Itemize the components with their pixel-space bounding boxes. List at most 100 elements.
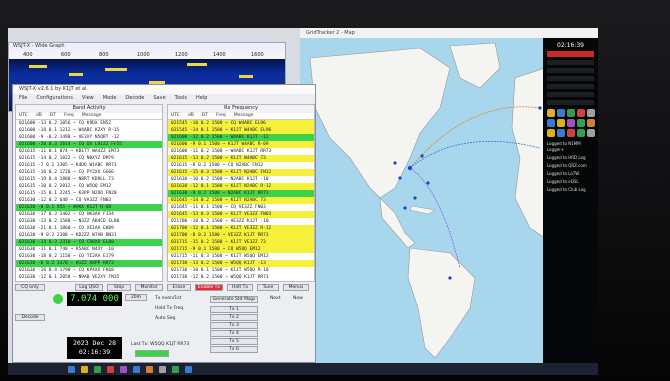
decode-row[interactable]: 021630 -11 0.1 740 ~ K5ABC N4XY -10 bbox=[16, 246, 162, 253]
tool-icon[interactable] bbox=[547, 129, 555, 137]
decode-row[interactable]: 021600 -12 0.2 1500 ~ W4ABC K1JT -12 bbox=[168, 134, 314, 141]
decode-row[interactable]: 021630 -9 0.2 2108 ~ KD2ZZ W7AB DN31 bbox=[16, 232, 162, 239]
menu-item-view[interactable]: View bbox=[82, 94, 94, 102]
decode-row[interactable]: 021615 -11 0.1 874 ~ KB1TT WA4ZZ EM73 bbox=[16, 148, 162, 155]
tool-icon[interactable] bbox=[567, 119, 575, 127]
band-activity-pane[interactable]: Band Activity UTC dB DT Freq Message 021… bbox=[15, 104, 163, 282]
tool-icon[interactable] bbox=[587, 109, 595, 117]
tool-icon[interactable] bbox=[587, 119, 595, 127]
menu-item-save[interactable]: Save bbox=[153, 94, 165, 102]
tx5-message[interactable]: Tx 5 bbox=[210, 338, 258, 345]
decode-row[interactable]: 021615 -14 0.2 1022 ~ CQ N0XYZ DM79 bbox=[16, 155, 162, 162]
decode-row[interactable]: 021730 -13 0.2 1500 ~ W5QQ K1JT -13 bbox=[168, 260, 314, 267]
taskbar-app-icon[interactable] bbox=[107, 365, 114, 373]
taskbar-app-icon[interactable] bbox=[68, 365, 75, 373]
tool-icon[interactable] bbox=[557, 129, 565, 137]
decode-row[interactable]: 021645 -14 0.2 1500 ~ K1JT N2ABC 73 bbox=[168, 197, 314, 204]
tool-icon[interactable] bbox=[577, 119, 585, 127]
tx4-message[interactable]: Tx 4 bbox=[210, 330, 258, 337]
tune-button[interactable]: Tune bbox=[257, 284, 279, 291]
menu-item-help[interactable]: Help bbox=[196, 94, 207, 102]
tool-icon[interactable] bbox=[547, 109, 555, 117]
menu-item-decode[interactable]: Decode bbox=[125, 94, 144, 102]
tool-icon[interactable] bbox=[587, 129, 595, 137]
decode-row[interactable]: 021600 -20 0.3 1614 ~ CQ DX LU1ZZ FF55 bbox=[16, 141, 162, 148]
tool-icon[interactable] bbox=[557, 109, 565, 117]
decode-row[interactable]: 021615 -15 0.3 1500 ~ K1JT N2ABC FN12 bbox=[168, 169, 314, 176]
menu-item-mode[interactable]: Mode bbox=[103, 94, 117, 102]
wsjtx-main-window[interactable]: WSJT-X v2.6.1 by K1JT et al. File Config… bbox=[12, 84, 316, 363]
decode-row[interactable]: 021715 -15 0.2 1500 ~ K1JT VE3ZZ 73 bbox=[168, 239, 314, 246]
decode-row[interactable]: 021700 -10 0.2 1500 ~ VE3ZZ K1JT -10 bbox=[168, 218, 314, 225]
decode-row[interactable]: 021645 -11 0.1 1500 ~ CQ VE3ZZ FN03 bbox=[168, 204, 314, 211]
decode-row[interactable]: 021600 -11 0.2 1500 ~ W4ABC K1JT RR73 bbox=[168, 148, 314, 155]
enable-tx-button[interactable]: Enable Tx bbox=[195, 284, 223, 291]
decode-row[interactable]: 021630 -16 0.4 1790 ~ CQ KP4XX FK68 bbox=[16, 267, 162, 274]
band-select[interactable]: 20m bbox=[125, 294, 147, 301]
decode-row[interactable]: 021615 -19 0.4 1880 ~ N8RT KD9LL 73 bbox=[16, 176, 162, 183]
decode-row[interactable]: 021615 -10 0.2 2012 ~ CQ W5QQ EM12 bbox=[16, 183, 162, 190]
decode-button[interactable]: Decode bbox=[15, 314, 45, 321]
taskbar-app-icon[interactable] bbox=[172, 365, 179, 373]
decode-row[interactable]: 021630 -12 0.1 2050 ~ N9AB VE2XY FN35 bbox=[16, 274, 162, 281]
decode-row[interactable]: 021615 -13 0.2 1500 ~ K1JT W4ABC 73 bbox=[168, 155, 314, 162]
decode-row[interactable]: 021700 -12 0.1 1500 ~ K1JT VE3ZZ R-12 bbox=[168, 225, 314, 232]
decode-row[interactable]: 021630 -13 0.2 1588 ~ N3ZZ AB4CD EL88 bbox=[16, 218, 162, 225]
decode-row[interactable]: 021615 -8 0.1 1500 ~ CQ N2ABC FN12 bbox=[168, 162, 314, 169]
tool-icon[interactable] bbox=[567, 129, 575, 137]
tx6-message[interactable]: Tx 6 bbox=[210, 346, 258, 353]
monitor-button[interactable]: Monitor bbox=[135, 284, 163, 291]
menu-item-tools[interactable]: Tools bbox=[175, 94, 187, 102]
decode-row[interactable]: 021700 -8 0.2 1500 ~ VE3ZZ K1JT RR73 bbox=[168, 232, 314, 239]
decode-row[interactable]: 021730 -12 0.2 1500 ~ W5QQ K1JT RR73 bbox=[168, 274, 314, 281]
decode-row[interactable]: 021600 -18 0.1 1212 ~ W4ABC K2XY R-15 bbox=[16, 127, 162, 134]
decode-row[interactable]: 021715 -9 0.1 1500 ~ CQ W5QQ EM12 bbox=[168, 246, 314, 253]
tool-icon[interactable] bbox=[557, 119, 565, 127]
erase-button[interactable]: Erase bbox=[167, 284, 191, 291]
halt-tx-button[interactable]: Halt Tx bbox=[227, 284, 253, 291]
log-qso-button[interactable]: Log QSO bbox=[75, 284, 103, 291]
world-map[interactable] bbox=[300, 38, 545, 363]
decode-row[interactable]: 021630 -21 0.1 1860 ~ CQ XE1AA EK09 bbox=[16, 225, 162, 232]
decode-row[interactable]: 021630 -14 0.3 2310 ~ CQ CO8XX EL80 bbox=[16, 239, 162, 246]
tx3-message[interactable]: Tx 3 bbox=[210, 322, 258, 329]
taskbar-app-icon[interactable] bbox=[81, 365, 88, 373]
tool-icon[interactable] bbox=[547, 119, 555, 127]
generate-messages-button[interactable]: Generate Std Msgs bbox=[210, 296, 258, 303]
menus-button[interactable]: Menus bbox=[283, 284, 309, 291]
tx2-message[interactable]: Tx 2 bbox=[210, 314, 258, 321]
taskbar-app-icon[interactable] bbox=[146, 365, 153, 373]
menu-item-configurations[interactable]: Configurations bbox=[36, 94, 73, 102]
tx-even-checkbox[interactable]: Tx even/1st bbox=[155, 296, 181, 301]
taskbar-app-icon[interactable] bbox=[133, 365, 140, 373]
decode-row[interactable]: 021745 -14 0.2 1500 ~ K1JT W5QQ 73 bbox=[168, 281, 314, 282]
taskbar-app-icon[interactable] bbox=[94, 365, 101, 373]
menu-item-file[interactable]: File bbox=[19, 94, 27, 102]
decode-row[interactable]: 021715 -11 0.3 1500 ~ K1JT W5QQ EM12 bbox=[168, 253, 314, 260]
decode-row[interactable]: 021615 -7 0.1 1305 ~ K4DD W1ABC RR73 bbox=[16, 162, 162, 169]
decode-row[interactable]: 021645 -13 0.3 1500 ~ K1JT VE3ZZ FN03 bbox=[168, 211, 314, 218]
decode-row[interactable]: 021615 -15 0.1 2245 ~ K3PP N2OO FN20 bbox=[16, 190, 162, 197]
decode-row[interactable]: 021630 -9 0.2 1500 ~ N2ABC K1JT RR73 bbox=[168, 190, 314, 197]
decode-row[interactable]: 021630 -20 0.2 2290 ~ CQ ZF1AA EK99 bbox=[16, 281, 162, 282]
rx-frequency-list[interactable]: 021545 -10 0.2 1500 ~ CQ W4ABC EL96 02154… bbox=[168, 120, 314, 282]
band-activity-list[interactable]: 021600 -13 0.2 1056 ~ CQ K9DX EN52 021600… bbox=[16, 120, 162, 282]
decode-row[interactable]: 021630 -10 0.2 1500 ~ N2ABC K1JT -10 bbox=[168, 176, 314, 183]
hold-tx-checkbox[interactable]: Hold Tx Freq bbox=[155, 306, 183, 311]
decode-row[interactable]: 021730 -10 0.1 1500 ~ K1JT W5QQ R-10 bbox=[168, 267, 314, 274]
decode-row[interactable]: 021600 -9 -0.2 1498 ~ VE3XY N5QRT -12 bbox=[16, 134, 162, 141]
decode-row[interactable]: 021630 -12 0.2 640 ~ CQ VA3ZZ FN03 bbox=[16, 197, 162, 204]
rx-frequency-pane[interactable]: Rx Frequency UTC dB DT Freq Message 0215… bbox=[167, 104, 315, 282]
decode-row[interactable]: 021630 -12 0.1 1500 ~ K1JT N2ABC R-12 bbox=[168, 183, 314, 190]
taskbar-app-icon[interactable] bbox=[120, 365, 127, 373]
decode-row[interactable]: 021545 -14 0.1 1500 ~ K1JT W4ABC EL96 bbox=[168, 127, 314, 134]
decode-row[interactable]: 021630 -6 0.2 1470 ~ W1ZZ K8PP RR73 bbox=[16, 260, 162, 267]
tool-icon[interactable] bbox=[567, 109, 575, 117]
tool-icon[interactable] bbox=[577, 129, 585, 137]
decode-row[interactable]: 021630 -8 0.1 955 ~ W9KX K1JT R-08 bbox=[16, 204, 162, 211]
taskbar-app-icon[interactable] bbox=[159, 365, 166, 373]
auto-seq-checkbox[interactable]: Auto Seq bbox=[155, 316, 175, 321]
decode-row[interactable]: 021545 -10 0.2 1500 ~ CQ W4ABC EL96 bbox=[168, 120, 314, 127]
taskbar-app-icon[interactable] bbox=[185, 365, 192, 373]
decode-row[interactable]: 021615 -16 0.2 1720 ~ CQ PY2XX GG66 bbox=[16, 169, 162, 176]
